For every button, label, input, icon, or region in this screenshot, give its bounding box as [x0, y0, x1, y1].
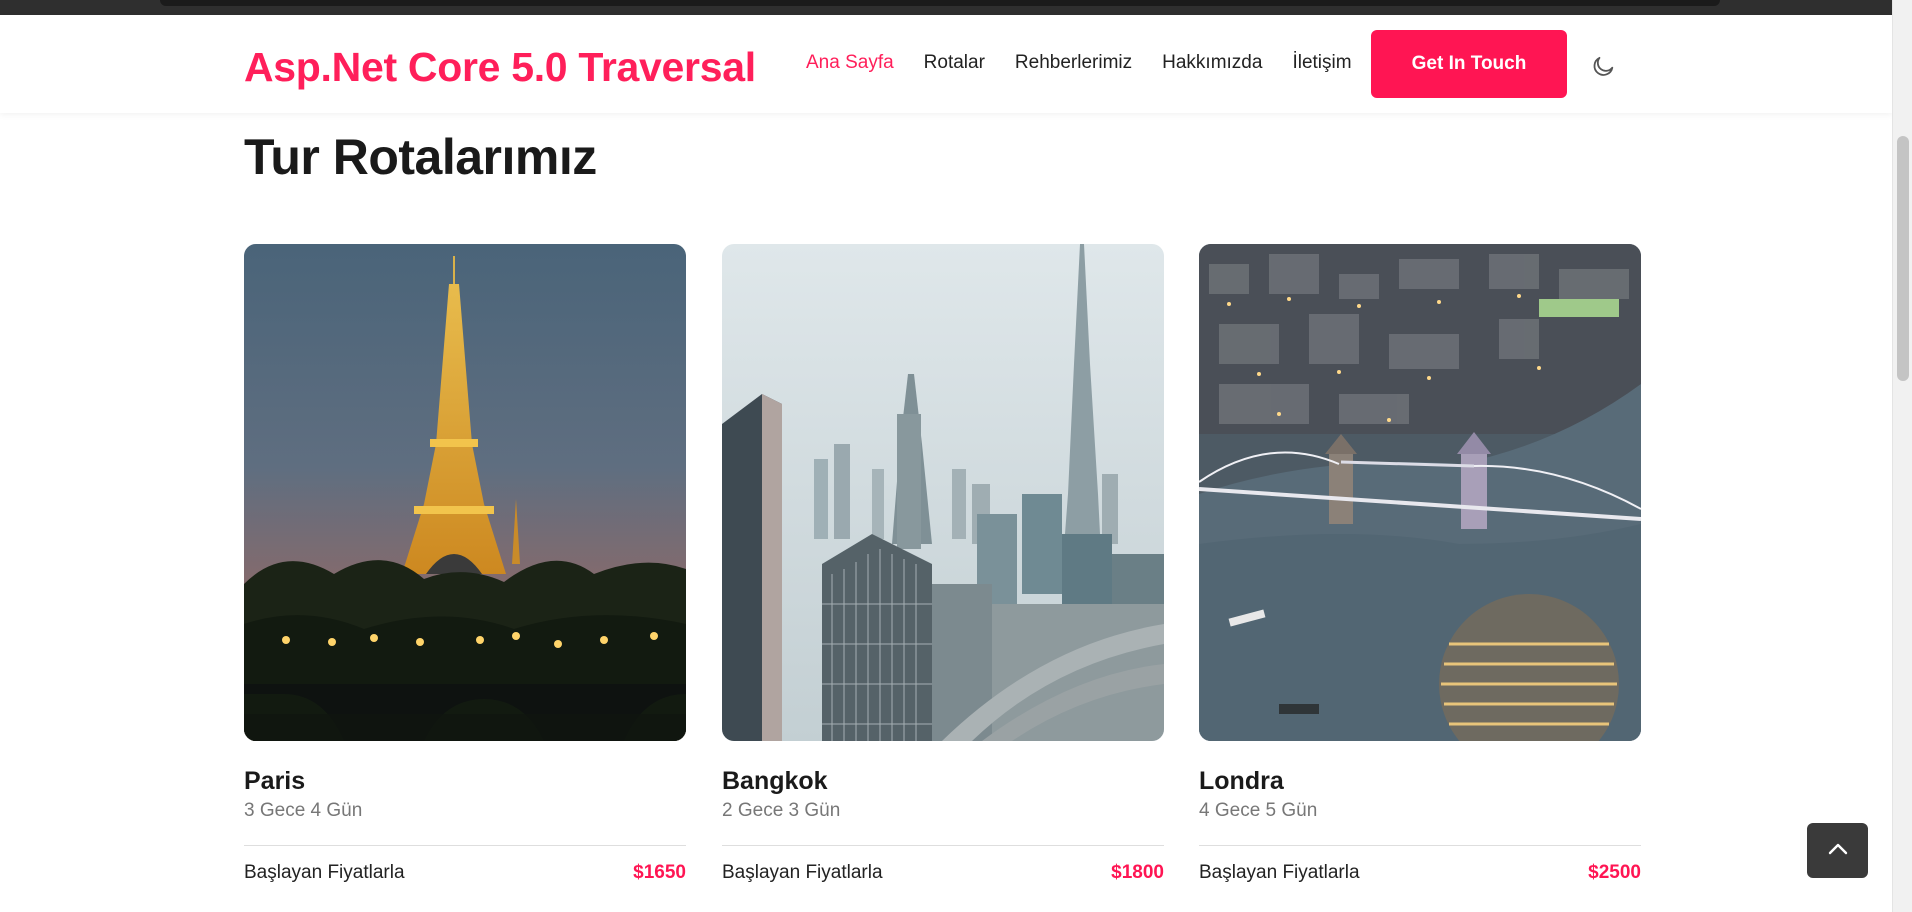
back-to-top-button[interactable]: [1807, 823, 1868, 878]
nav-link-ana-sayfa[interactable]: Ana Sayfa: [806, 52, 894, 74]
route-duration: 3 Gece 4 Gün: [244, 800, 363, 821]
route-duration: 2 Gece 3 Gün: [722, 800, 841, 821]
divider: [1199, 845, 1641, 846]
price-label: Başlayan Fiyatlarla: [722, 862, 883, 883]
site-header: Asp.Net Core 5.0 Traversal Ana Sayfa Rot…: [0, 15, 1892, 113]
nav-link-hakkimizda[interactable]: Hakkımızda: [1162, 52, 1262, 74]
eiffel-tower-night-image[interactable]: [244, 244, 686, 741]
section-title: Tur Rotalarımız: [244, 129, 597, 185]
main-nav: Ana Sayfa Rotalar Rehberlerimiz Hakkımız…: [806, 52, 1382, 74]
nav-link-iletisim[interactable]: İletişim: [1292, 52, 1351, 74]
nav-link-rotalar[interactable]: Rotalar: [924, 52, 985, 74]
tower-bridge-aerial-image[interactable]: [1199, 244, 1641, 741]
route-duration: 4 Gece 5 Gün: [1199, 800, 1318, 821]
route-city: Paris: [244, 767, 306, 795]
moon-icon[interactable]: [1590, 50, 1620, 80]
price-label: Başlayan Fiyatlarla: [244, 862, 405, 883]
price-value: $1800: [1111, 862, 1164, 883]
get-in-touch-button[interactable]: Get In Touch: [1371, 30, 1567, 98]
city-skyscrapers-image[interactable]: [722, 244, 1164, 741]
scrollbar-thumb[interactable]: [1897, 136, 1909, 381]
browser-top-strip: [0, 0, 1892, 15]
price-row: Başlayan Fiyatlarla $2500: [1199, 862, 1641, 884]
divider: [722, 845, 1164, 846]
route-city: Bangkok: [722, 767, 828, 795]
price-row: Başlayan Fiyatlarla $1800: [722, 862, 1164, 884]
route-card-bangkok[interactable]: Bangkok 2 Gece 3 Gün Başlayan Fiyatlarla…: [722, 244, 1164, 884]
nav-link-rehberlerimiz[interactable]: Rehberlerimiz: [1015, 52, 1132, 74]
page-scrollbar[interactable]: [1892, 0, 1912, 912]
price-row: Başlayan Fiyatlarla $1650: [244, 862, 686, 884]
price-value: $1650: [633, 862, 686, 883]
browser-top-bar: [160, 0, 1720, 6]
route-card-paris[interactable]: Paris 3 Gece 4 Gün Başlayan Fiyatlarla $…: [244, 244, 686, 884]
chevron-up-icon: [1827, 842, 1849, 859]
price-label: Başlayan Fiyatlarla: [1199, 862, 1360, 883]
price-value: $2500: [1588, 862, 1641, 883]
brand-logo[interactable]: Asp.Net Core 5.0 Traversal: [244, 44, 756, 91]
route-card-londra[interactable]: Londra 4 Gece 5 Gün Başlayan Fiyatlarla …: [1199, 244, 1641, 884]
divider: [244, 845, 686, 846]
route-city: Londra: [1199, 767, 1284, 795]
